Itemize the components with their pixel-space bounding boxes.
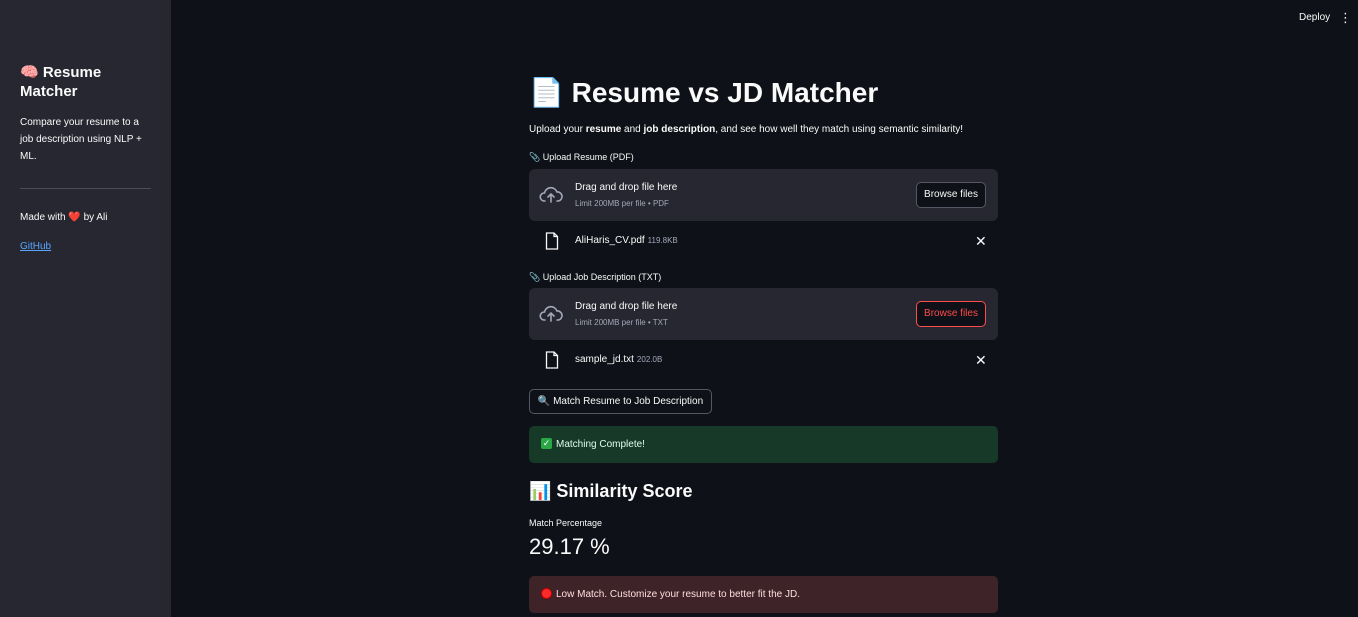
subtitle-bold-resume: resume xyxy=(585,124,622,135)
jd-file-row: sample_jd.txt 202.0B ✕ xyxy=(529,349,998,373)
resume-limit-text: Limit 200MB per file • PDF xyxy=(575,199,669,208)
jd-browse-button[interactable]: Browse files xyxy=(916,301,986,327)
jd-limit-text: Limit 200MB per file • TXT xyxy=(575,318,668,327)
jd-upload-label: 📎 Upload Job Description (TXT) xyxy=(529,272,662,282)
sidebar-divider xyxy=(20,188,151,189)
file-size: 119.8KB xyxy=(647,236,678,245)
success-text: Matching Complete! xyxy=(556,439,645,450)
deploy-button[interactable]: Deploy xyxy=(1299,12,1330,23)
jd-file-name: sample_jd.txt 202.0B xyxy=(575,354,662,365)
sidebar: 🧠 Resume Matcher Compare your resume to … xyxy=(0,0,171,617)
cloud-upload-icon xyxy=(539,186,563,203)
metric-value: 29.17 % xyxy=(529,534,610,559)
resume-upload-label: 📎 Upload Resume (PDF) xyxy=(529,152,634,162)
resume-dropzone[interactable]: Drag and drop file here Limit 200MB per … xyxy=(529,169,998,221)
resume-file-name: AliHaris_CV.pdf 119.8KB xyxy=(575,235,678,246)
file-size: 202.0B xyxy=(636,355,663,364)
more-menu-icon[interactable]: ⋮ xyxy=(1339,10,1352,26)
success-alert: ✓ Matching Complete! xyxy=(529,426,998,463)
subtitle-bold-jd: job description xyxy=(643,124,716,135)
page-subtitle: Upload your resume and job description, … xyxy=(529,124,963,135)
close-icon[interactable]: ✕ xyxy=(975,233,987,249)
file-name-text: AliHaris_CV.pdf xyxy=(575,235,645,246)
resume-file-row: AliHaris_CV.pdf 119.8KB ✕ xyxy=(529,230,998,254)
jd-dropzone[interactable]: Drag and drop file here Limit 200MB per … xyxy=(529,288,998,340)
sidebar-description: Compare your resume to a job description… xyxy=(20,117,142,162)
subtitle-text: and xyxy=(621,124,644,135)
github-link[interactable]: GitHub xyxy=(20,241,51,252)
resume-drop-text: Drag and drop file here xyxy=(575,182,678,193)
sidebar-title: 🧠 Resume Matcher xyxy=(20,64,102,100)
metric-label: Match Percentage xyxy=(529,518,603,528)
made-with-suffix: by Ali xyxy=(83,212,108,223)
page-title: 📄 Resume vs JD Matcher xyxy=(529,77,879,108)
file-name-text: sample_jd.txt xyxy=(575,354,634,365)
made-with-prefix: Made with xyxy=(20,212,66,223)
file-icon xyxy=(545,232,559,250)
error-alert: Low Match. Customize your resume to bett… xyxy=(529,576,998,613)
match-button[interactable]: 🔍 Match Resume to Job Description xyxy=(529,389,712,414)
red-circle-icon xyxy=(541,587,552,599)
heart-icon: ❤️ xyxy=(68,212,81,223)
similarity-score-heading: 📊 Similarity Score xyxy=(529,481,693,501)
subtitle-text: , and see how well they match using sema… xyxy=(715,124,964,135)
subtitle-text: Upload your xyxy=(529,124,586,135)
resume-browse-button[interactable]: Browse files xyxy=(916,182,986,208)
jd-drop-text: Drag and drop file here xyxy=(575,301,678,312)
error-text: Low Match. Customize your resume to bett… xyxy=(556,589,800,600)
made-with-text: Made with ❤️ by Ali xyxy=(20,212,151,223)
check-icon: ✓ xyxy=(541,437,552,449)
close-icon[interactable]: ✕ xyxy=(975,352,987,368)
file-icon xyxy=(545,351,559,369)
cloud-upload-icon xyxy=(539,305,563,322)
